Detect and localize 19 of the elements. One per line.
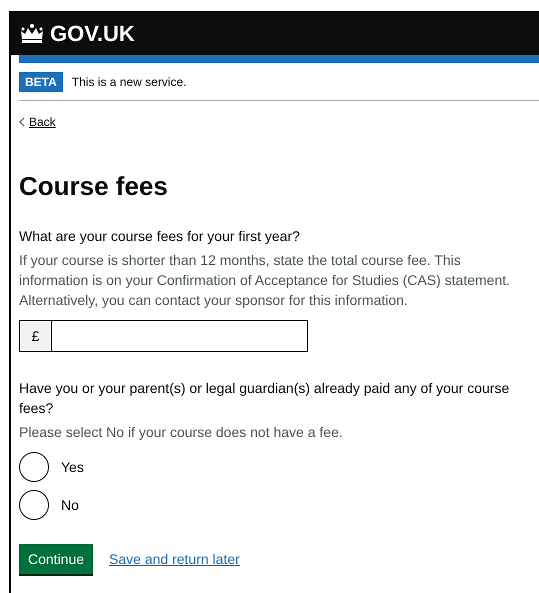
page-heading: Course fees <box>19 171 169 202</box>
radio-button[interactable] <box>19 452 49 482</box>
radio-label: No <box>61 497 79 513</box>
continue-button[interactable]: Continue <box>19 544 94 574</box>
radio-label: Yes <box>61 459 84 475</box>
fee-input-field[interactable]: £ <box>19 320 308 352</box>
phase-text: This is a new service. <box>72 74 186 88</box>
chevron-left-icon <box>19 117 25 127</box>
question-label: Have you or your parent(s) or legal guardian(s) already paid any of your course fees? <box>19 379 510 418</box>
hint-text: Please select No if your course does not have a fee. <box>19 423 344 442</box>
back-link[interactable]: Back <box>29 115 56 129</box>
logo-text: GOV.UK <box>50 21 135 47</box>
hint-text: If your course is shorter than 12 months, state the total course fee. This information is on your Confirmation of Acceptance for Studies (CAS) statement. Alternatively, you can contact your sponsor for this information. <box>19 251 512 310</box>
crown-icon <box>19 24 45 44</box>
question-label: What are your course fees for your first year? <box>19 227 301 246</box>
save-link[interactable]: Save and return later <box>109 551 240 567</box>
radio-button[interactable] <box>19 490 49 520</box>
phase-tag: BETA <box>19 72 63 92</box>
currency-prefix: £ <box>20 321 52 351</box>
